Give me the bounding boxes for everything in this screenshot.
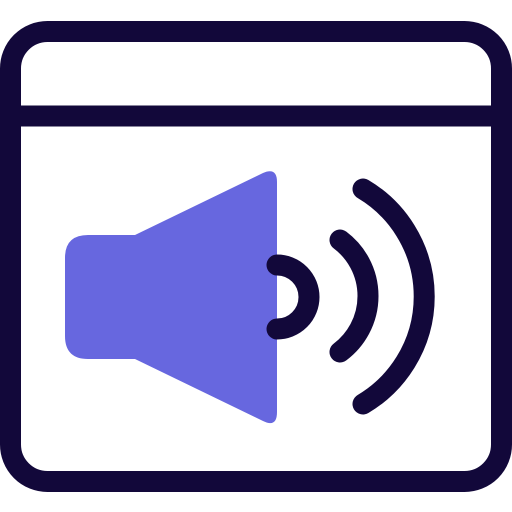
- sound-waves-icon: [266, 178, 435, 415]
- icon-canvas: [0, 21, 512, 492]
- speaker-icon: [65, 171, 277, 424]
- browser-audio-icon: [0, 0, 512, 512]
- sound-wave-inner: [266, 254, 320, 340]
- speaker-body: [65, 171, 277, 424]
- sound-wave-middle: [329, 229, 379, 363]
